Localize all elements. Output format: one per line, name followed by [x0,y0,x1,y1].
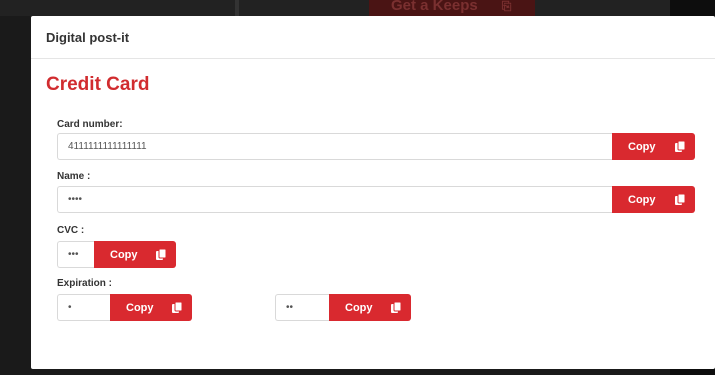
cvc-label: CVC : [57,225,85,236]
background-button-icon: ⎘ [501,0,512,13]
copy-button-label: Copy [126,302,154,314]
copy-icon [391,302,401,313]
expiration-label: Expiration : [57,278,113,289]
copy-expiration-year-button[interactable]: Copy [329,294,411,321]
modal-title: Digital post-it [46,29,130,45]
copy-icon [675,141,685,152]
name-field[interactable]: •••• [57,186,612,213]
copy-button-label: Copy [110,249,138,261]
background-divider [235,0,239,16]
expiration-month-field[interactable]: • [57,294,110,321]
copy-name-button[interactable]: Copy [612,186,695,213]
digital-post-it-modal: Digital post-it Credit Card Card number:… [31,16,715,369]
cvc-field[interactable]: ••• [57,241,94,268]
background-button-label: Get a Keeps [391,0,478,14]
copy-icon [172,302,182,313]
copy-button-label: Copy [345,302,373,314]
expiration-year-field[interactable]: •• [275,294,329,321]
copy-button-label: Copy [628,141,656,153]
copy-cvc-button[interactable]: Copy [94,241,176,268]
background-get-keeps-button: Get a Keeps ⎘ [369,0,535,16]
section-title: Credit Card [46,74,150,95]
copy-button-label: Copy [628,194,656,206]
background-page-bar [0,0,715,16]
modal-header: Digital post-it [31,16,715,59]
copy-icon [156,249,166,260]
card-number-field[interactable]: 4111111111111111 [57,133,612,160]
modal-body: Credit Card [31,74,715,96]
copy-icon [675,194,685,205]
card-number-label: Card number: [57,119,123,130]
copy-expiration-month-button[interactable]: Copy [110,294,192,321]
copy-card-number-button[interactable]: Copy [612,133,695,160]
name-label: Name : [57,171,91,182]
